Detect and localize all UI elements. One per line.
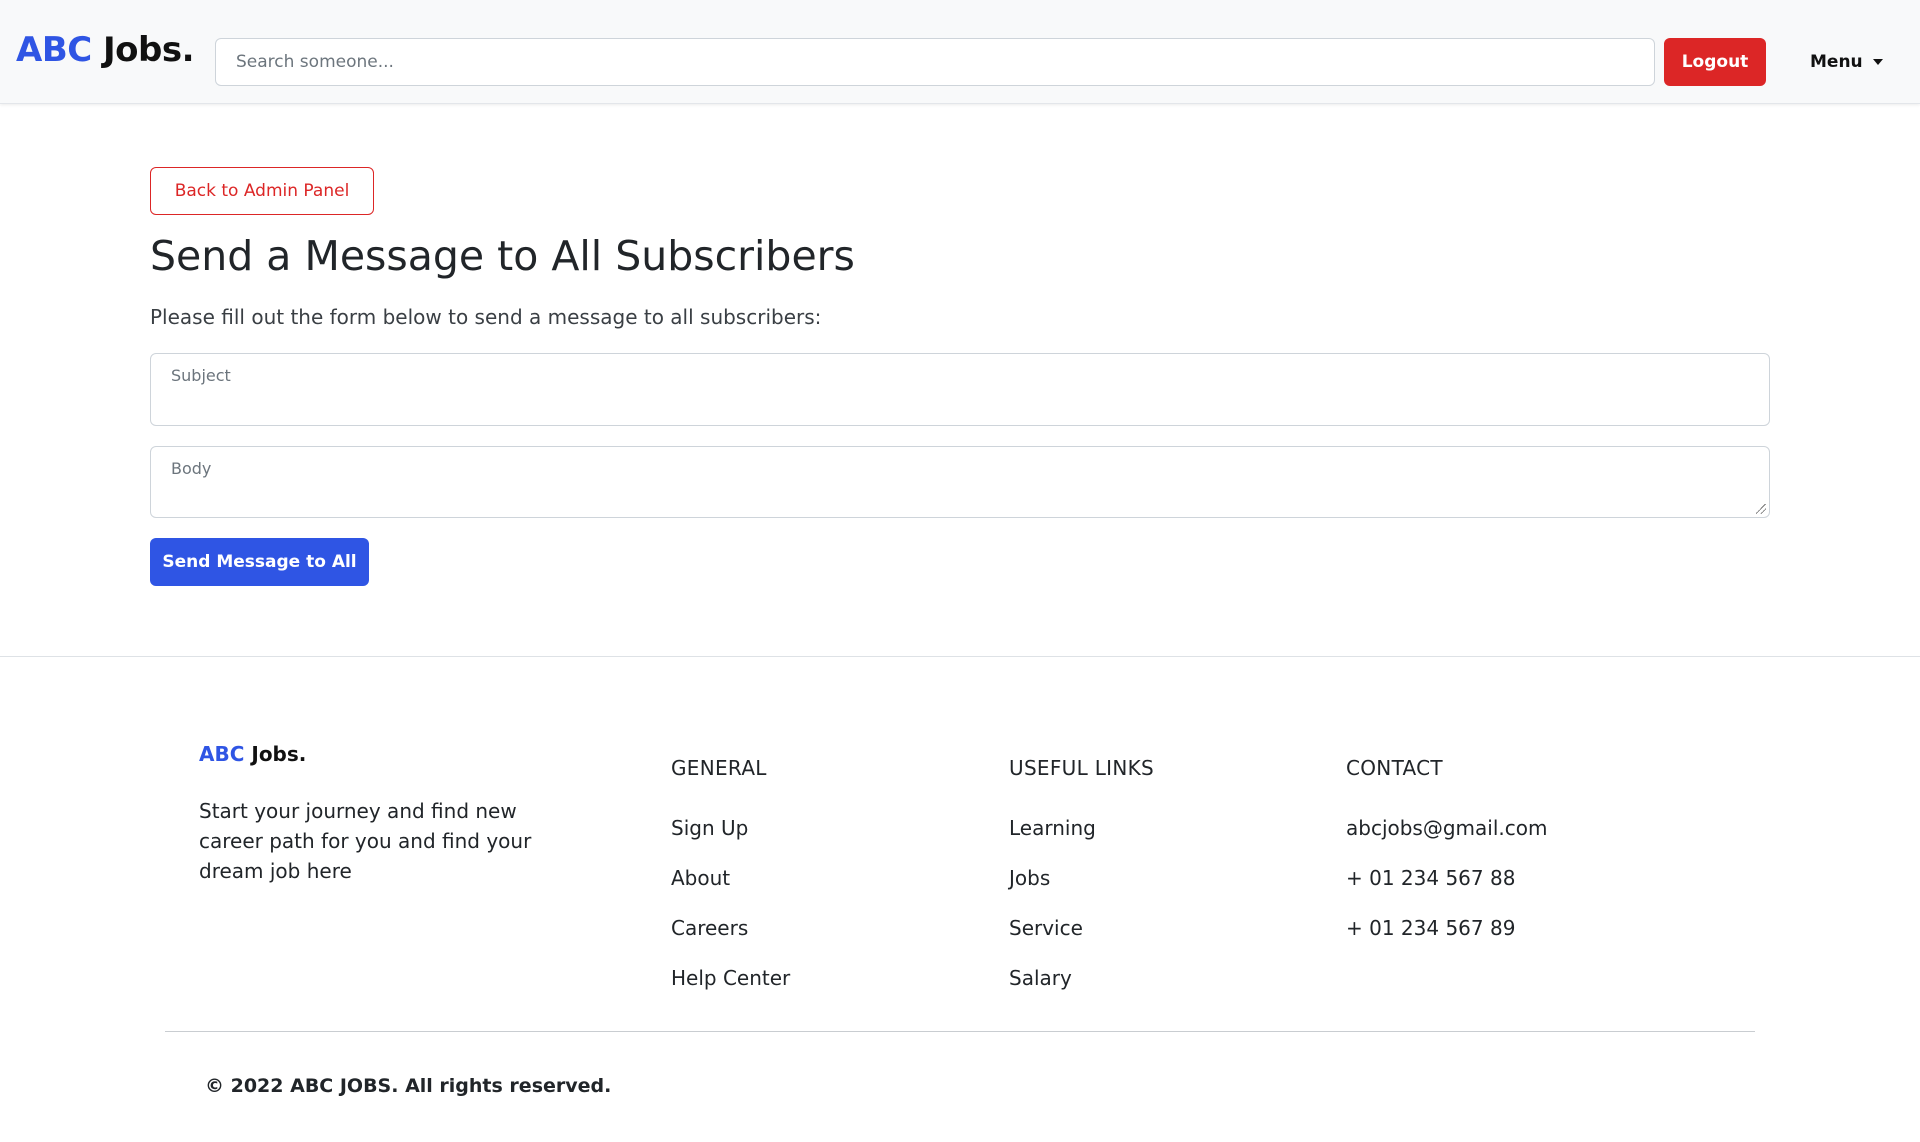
footer-link-help-center[interactable]: Help Center — [671, 963, 790, 1013]
footer-general-heading: GENERAL — [671, 756, 767, 780]
footer-link-careers[interactable]: Careers — [671, 913, 790, 963]
contact-email[interactable]: abcjobs@gmail.com — [1346, 813, 1547, 863]
top-navbar: ABC Jobs. Logout Menu — [0, 0, 1920, 104]
menu-label: Menu — [1810, 52, 1863, 72]
footer-link-salary[interactable]: Salary — [1009, 963, 1154, 1013]
footer-useful-links-column: USEFUL LINKS Learning Jobs Service Salar… — [1009, 756, 1154, 1013]
footer-link-learning[interactable]: Learning — [1009, 813, 1154, 863]
footer-brand[interactable]: ABC Jobs. — [199, 742, 306, 766]
search-input[interactable] — [215, 38, 1655, 86]
brand-logo[interactable]: ABC Jobs. — [16, 30, 195, 70]
footer-description: Start your journey and find new career p… — [199, 799, 532, 883]
footer-brand-abc: ABC — [199, 742, 245, 766]
subject-field[interactable]: Subject — [150, 353, 1770, 426]
footer-general-column: GENERAL Sign Up About Careers Help Cente… — [671, 756, 790, 1013]
body-field[interactable]: Body — [150, 446, 1770, 518]
back-to-admin-button[interactable]: Back to Admin Panel — [150, 167, 374, 215]
footer-link-jobs[interactable]: Jobs — [1009, 863, 1154, 913]
footer-contact-column: CONTACT abcjobs@gmail.com + 01 234 567 8… — [1346, 756, 1547, 963]
body-label: Body — [171, 459, 212, 478]
subject-label: Subject — [171, 366, 231, 385]
logout-button[interactable]: Logout — [1664, 38, 1766, 86]
footer-link-service[interactable]: Service — [1009, 913, 1154, 963]
footer-brand-jobs: Jobs. — [251, 742, 307, 766]
page-title: Send a Message to All Subscribers — [150, 232, 855, 280]
resize-handle-icon[interactable] — [1756, 504, 1766, 514]
brand-jobs: Jobs. — [103, 30, 195, 70]
menu-dropdown[interactable]: Menu — [1810, 38, 1883, 86]
section-divider — [0, 656, 1920, 657]
brand-abc: ABC — [16, 30, 92, 70]
copyright-text: © 2022 ABC JOBS. All rights reserved. — [205, 1075, 612, 1097]
footer-link-sign-up[interactable]: Sign Up — [671, 813, 790, 863]
footer-divider — [165, 1031, 1755, 1032]
footer-contact-heading: CONTACT — [1346, 756, 1443, 780]
send-message-button[interactable]: Send Message to All — [150, 538, 369, 586]
caret-down-icon — [1872, 59, 1883, 65]
form-instructions: Please fill out the form below to send a… — [150, 305, 822, 329]
contact-phone-1[interactable]: + 01 234 567 88 — [1346, 863, 1547, 913]
contact-phone-2[interactable]: + 01 234 567 89 — [1346, 913, 1547, 963]
footer-useful-heading: USEFUL LINKS — [1009, 756, 1155, 780]
footer-link-about[interactable]: About — [671, 863, 790, 913]
